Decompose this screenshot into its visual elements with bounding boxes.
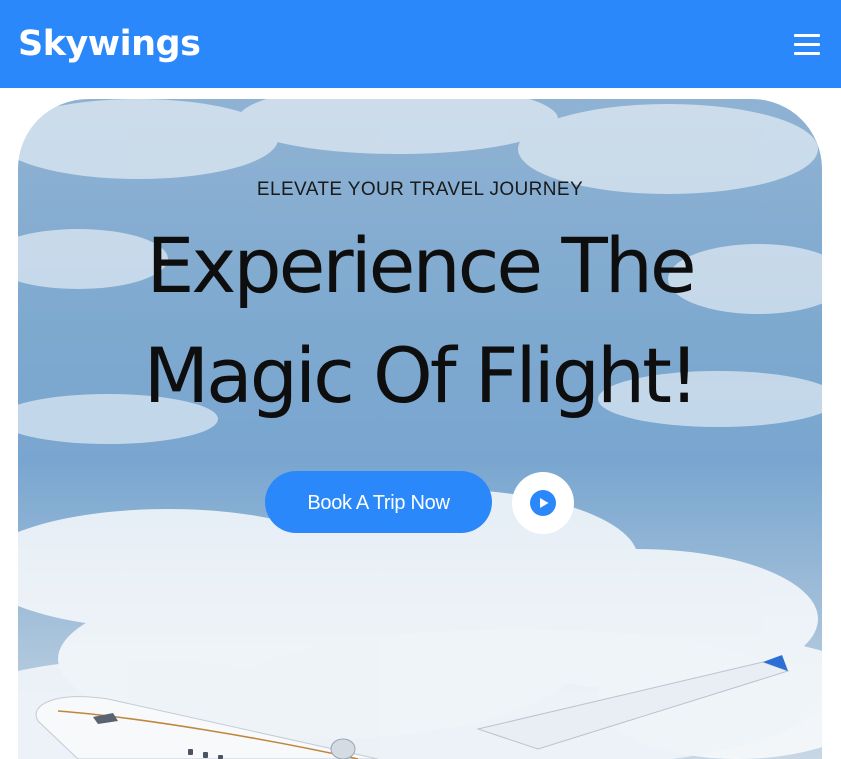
hamburger-menu-icon <box>794 52 820 55</box>
hero-headline-line-2: Magic Of Flight! <box>143 331 700 420</box>
hero-headline-line-1: Experience The <box>146 221 696 310</box>
hamburger-menu-icon <box>794 34 820 37</box>
play-icon <box>530 490 556 516</box>
hero-eyebrow: ELEVATE YOUR TRAVEL JOURNEY <box>256 179 584 200</box>
hamburger-menu-icon <box>794 43 820 46</box>
play-video-button[interactable] <box>512 472 574 534</box>
airplane-image <box>35 655 790 759</box>
hamburger-menu-button[interactable] <box>790 30 824 60</box>
top-navbar: Skywings <box>0 0 841 88</box>
site-logo[interactable]: Skywings <box>18 20 201 68</box>
hero-section: ELEVATE YOUR TRAVEL JOURNEY Experience T… <box>18 99 822 759</box>
book-trip-button[interactable]: Book A Trip Now <box>265 471 492 533</box>
